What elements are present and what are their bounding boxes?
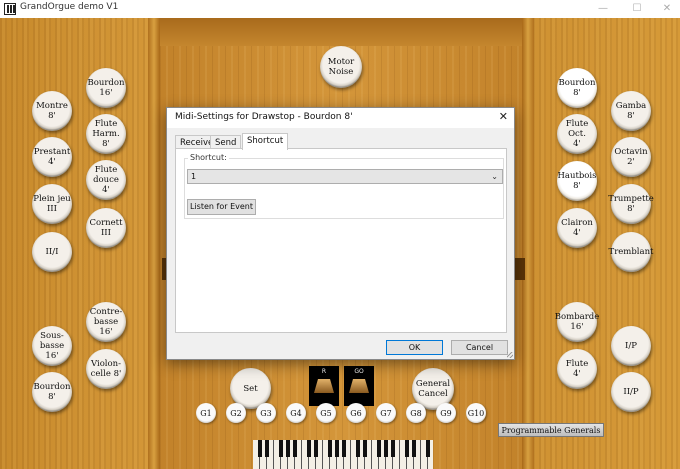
black-key[interactable] <box>258 440 262 457</box>
tab-send[interactable]: Send <box>210 135 242 149</box>
general-g9-button[interactable]: G9 <box>436 403 456 423</box>
black-key[interactable] <box>356 440 360 457</box>
drawstop-bourdon-8-pedal[interactable]: Bourdon 8' <box>32 372 72 412</box>
black-key[interactable] <box>342 440 346 457</box>
manual-keyboard[interactable] <box>253 440 433 469</box>
drawstop-octavin-2[interactable]: Octavin 2' <box>611 137 651 177</box>
general-g6-button[interactable]: G6 <box>346 403 366 423</box>
drawstop-plein-jeu-iii[interactable]: Plein jeu III <box>32 184 72 224</box>
black-key[interactable] <box>314 440 318 457</box>
black-key[interactable] <box>426 440 430 457</box>
ok-button[interactable]: OK <box>386 340 443 355</box>
window-title: GrandOrgue demo V1 <box>20 2 119 12</box>
dialog-titlebar: Midi-Settings for Drawstop - Bourdon 8' … <box>167 108 514 128</box>
black-key[interactable] <box>405 440 409 457</box>
drawstop-bourdon-16[interactable]: Bourdon 16' <box>86 68 126 108</box>
black-key[interactable] <box>307 440 311 457</box>
panel-slot-right <box>515 258 525 280</box>
drawstop-flute-oct-4[interactable]: Flute Oct. 4' <box>557 114 597 154</box>
cancel-button[interactable]: Cancel <box>451 340 508 355</box>
drawstop-flute-douce-4[interactable]: Flute douce 4' <box>86 160 126 200</box>
drawstop-tremblant[interactable]: Tremblant <box>609 232 653 272</box>
coupler-i-p[interactable]: I/P <box>611 326 651 366</box>
black-key[interactable] <box>265 440 269 457</box>
drawstop-cornett-iii[interactable]: Cornett III <box>86 208 126 248</box>
drawstop-montre-8[interactable]: Montre 8' <box>32 91 72 131</box>
drawstop-contrebasse-16[interactable]: Contre- basse 16' <box>86 302 126 342</box>
tab-shortcut[interactable]: Shortcut <box>242 133 289 150</box>
drawstop-flute-4-pedal[interactable]: Flute 4' <box>557 349 597 389</box>
shortcut-value: 1 <box>191 172 197 181</box>
general-g7-button[interactable]: G7 <box>376 403 396 423</box>
black-key[interactable] <box>335 440 339 457</box>
organ-app-icon <box>4 3 16 15</box>
general-g2-button[interactable]: G2 <box>226 403 246 423</box>
black-key[interactable] <box>293 440 297 457</box>
dialog-close-icon[interactable]: ✕ <box>499 110 508 123</box>
black-key[interactable] <box>412 440 416 457</box>
shortcut-tab-panel: Shortcut: 1 ⌄ Listen for Event <box>175 148 507 333</box>
motor-noise-button[interactable]: Motor Noise <box>320 46 362 88</box>
black-key[interactable] <box>286 440 290 457</box>
general-g8-button[interactable]: G8 <box>406 403 426 423</box>
drawstop-sousbasse-16[interactable]: Sous- basse 16' <box>32 326 72 366</box>
coupler-ii-p[interactable]: II/P <box>611 372 651 412</box>
drawstop-hautbois-8[interactable]: Hautbois 8' <box>557 161 597 201</box>
black-key[interactable] <box>279 440 283 457</box>
drawstop-prestant-4[interactable]: Prestant 4' <box>32 137 72 177</box>
general-g1-button[interactable]: G1 <box>196 403 216 423</box>
general-g4-button[interactable]: G4 <box>286 403 306 423</box>
window-titlebar: GrandOrgue demo V1 — ☐ ✕ <box>0 0 680 18</box>
panel-pillar-left <box>148 18 160 469</box>
shortcut-select[interactable]: 1 ⌄ <box>187 169 503 184</box>
drawstop-gamba-8[interactable]: Gamba 8' <box>611 91 651 131</box>
general-g3-button[interactable]: G3 <box>256 403 276 423</box>
shortcut-group-label: Shortcut: <box>188 153 229 162</box>
resize-grip-icon[interactable] <box>507 352 513 358</box>
black-key[interactable] <box>391 440 395 457</box>
dialog-title: Midi-Settings for Drawstop - Bourdon 8' <box>175 112 353 122</box>
center-panel-top <box>160 18 522 46</box>
programmable-generals-button[interactable]: Programmable Generals <box>498 423 604 437</box>
general-g10-button[interactable]: G10 <box>466 403 486 423</box>
drawstop-flute-harm-8[interactable]: Flute Harm. 8' <box>86 114 126 154</box>
swell-pedal-shoe <box>349 379 369 393</box>
shortcut-group: Shortcut: 1 ⌄ Listen for Event <box>184 153 504 219</box>
minimize-button[interactable]: — <box>588 0 618 18</box>
chevron-down-icon: ⌄ <box>491 172 498 181</box>
coupler-ii-i[interactable]: II/I <box>32 232 72 272</box>
black-key[interactable] <box>377 440 381 457</box>
black-key[interactable] <box>384 440 388 457</box>
midi-settings-dialog: Midi-Settings for Drawstop - Bourdon 8' … <box>166 107 515 360</box>
drawstop-bourdon-8[interactable]: Bourdon 8' <box>557 68 597 108</box>
general-g5-button[interactable]: G5 <box>316 403 336 423</box>
swell-pedal-r[interactable]: R <box>309 366 339 406</box>
listen-for-event-button[interactable]: Listen for Event <box>187 199 256 215</box>
drawstop-bombarde-16[interactable]: Bombarde 16' <box>555 302 599 342</box>
drawstop-trumpette-8[interactable]: Trumpette 8' <box>608 184 654 224</box>
swell-pedal-shoe <box>314 379 334 393</box>
close-window-button[interactable]: ✕ <box>652 0 680 18</box>
drawstop-violoncelle-8[interactable]: Violon- celle 8' <box>86 349 126 389</box>
black-key[interactable] <box>328 440 332 457</box>
swell-pedal-go[interactable]: GO <box>344 366 374 406</box>
black-key[interactable] <box>363 440 367 457</box>
maximize-button[interactable]: ☐ <box>622 0 652 18</box>
panel-pillar-right <box>522 18 534 469</box>
drawstop-clairon-4[interactable]: Clairon 4' <box>557 208 597 248</box>
